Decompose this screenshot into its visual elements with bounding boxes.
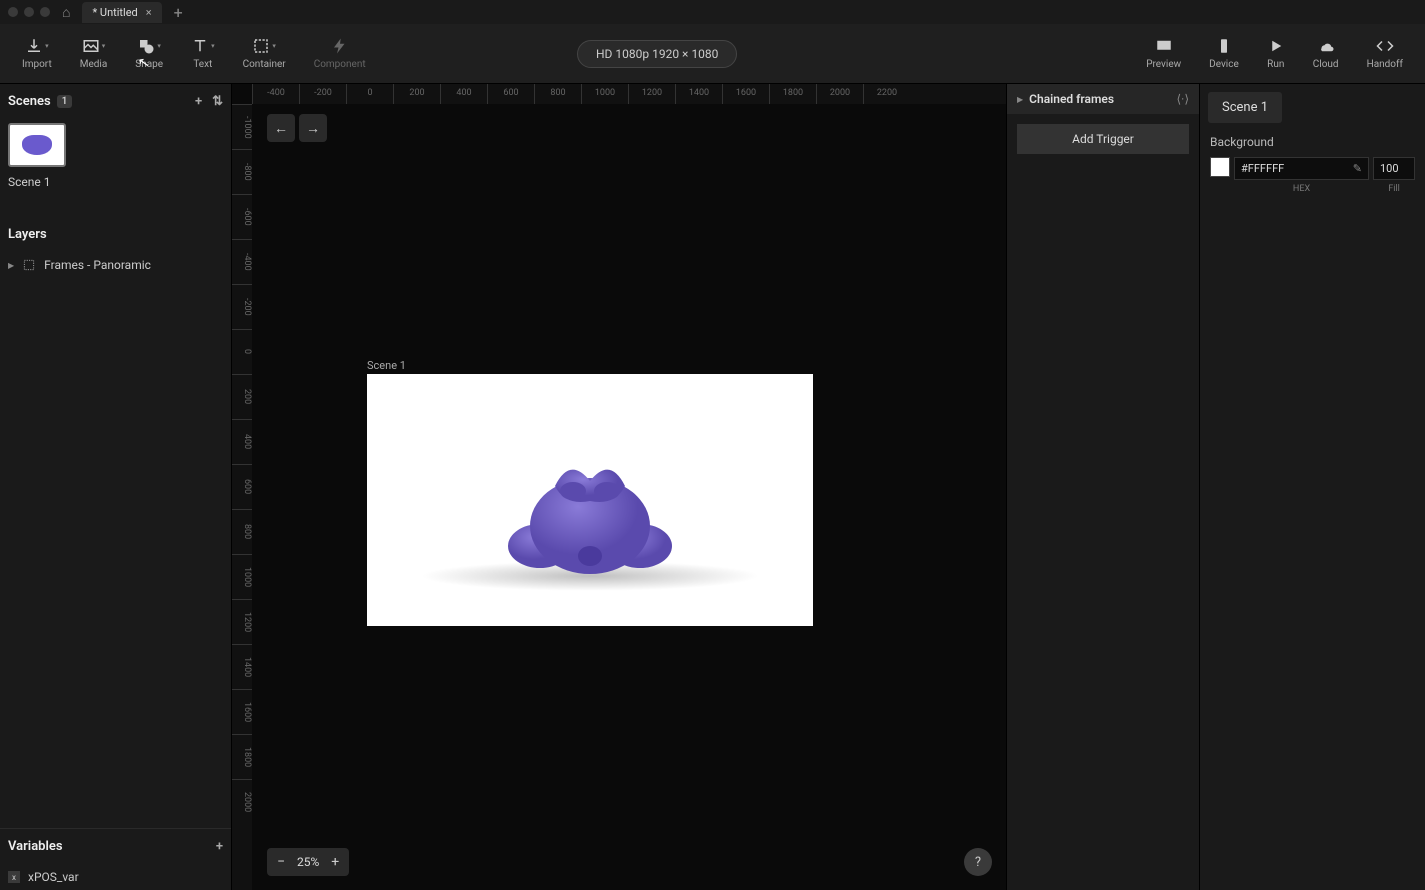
layers-header: Layers [0,217,231,252]
resolution-pill[interactable]: HD 1080p 1920 × 1080 [577,40,737,68]
help-button[interactable]: ? [964,848,992,876]
fill-input[interactable] [1373,157,1415,180]
scene-frame[interactable] [367,374,813,626]
canvas[interactable]: -400-20002004006008001000120014001600180… [232,84,1006,890]
zoom-out-button[interactable]: − [277,854,285,870]
add-variable-icon[interactable]: + [216,839,223,854]
zoom-in-button[interactable]: + [331,854,339,870]
cloud-button[interactable]: Cloud [1299,37,1353,70]
shape-button[interactable]: ▾ Shape [121,37,177,70]
component-button[interactable]: Component [300,37,380,70]
frames-panel: ▶ Chained frames ⟨·⟩ Add Trigger [1006,84,1200,890]
blob-model [485,436,695,596]
titlebar: ⌂ * Untitled × + [0,0,1425,24]
expand-icon[interactable]: ▶ [8,261,14,270]
scene-tab[interactable]: Scene 1 [1208,92,1282,123]
zoom-value: 25% [297,855,319,869]
import-button[interactable]: ▾ Import [8,37,66,70]
frame-icon [22,258,36,272]
new-tab-button[interactable]: + [174,3,183,22]
variable-row[interactable]: x xPOS_var [0,864,231,890]
scene-thumbnail[interactable] [8,123,66,167]
expand-horizontal-icon[interactable]: ⟨·⟩ [1177,92,1190,106]
layer-label: Frames - Panoramic [44,258,151,272]
code-icon [1376,37,1394,55]
expand-icon[interactable]: ▶ [1017,95,1023,104]
media-button[interactable]: ▾ Media [66,37,122,70]
toolbar: ▾ Import ▾ Media ▾ Shape ▾ Text ▾ Contai… [0,24,1425,84]
tab-title: * Untitled [92,6,137,19]
shape-icon [137,37,155,55]
layer-row[interactable]: ▶ Frames - Panoramic [0,252,231,278]
fill-sublabel: Fill [1373,184,1415,194]
lightning-icon [331,37,349,55]
add-trigger-button[interactable]: Add Trigger [1017,124,1189,154]
hex-input[interactable]: #FFFFFF ✎ [1234,157,1369,180]
variable-icon: x [8,871,20,883]
canvas-scene-label[interactable]: Scene 1 [367,359,406,372]
variables-header: Variables + [0,829,231,864]
close-icon[interactable]: × [146,6,152,19]
image-icon [82,37,100,55]
scene-thumbnail-label: Scene 1 [0,171,231,193]
zoom-control[interactable]: − 25% + [267,848,349,876]
scenes-header: Scenes 1 + ⇅ [0,84,231,119]
scene-count-badge: 1 [57,95,73,108]
device-button[interactable]: Device [1195,37,1253,70]
container-icon [252,37,270,55]
home-icon[interactable]: ⌂ [62,4,70,21]
properties-panel: Scene 1 Background #FFFFFF ✎ HEX Fill [1200,84,1425,890]
eyedropper-icon[interactable]: ✎ [1353,162,1362,175]
color-swatch[interactable] [1210,157,1230,177]
cloud-icon [1317,37,1335,55]
nav-back-button[interactable]: ← [267,114,295,142]
hex-sublabel: HEX [1230,184,1373,194]
chained-frames-header[interactable]: ▶ Chained frames ⟨·⟩ [1007,84,1199,114]
nav-forward-button[interactable]: → [299,114,327,142]
monitor-icon [1155,37,1173,55]
text-icon [191,37,209,55]
preview-button[interactable]: Preview [1132,37,1195,70]
add-scene-icon[interactable]: + [195,94,202,109]
handoff-button[interactable]: Handoff [1353,37,1417,70]
phone-icon [1215,37,1233,55]
sort-scenes-icon[interactable]: ⇅ [212,94,223,109]
ruler-vertical: -1000-800-600-400-2000200400600800100012… [232,104,252,890]
run-button[interactable]: Run [1253,37,1299,70]
left-panel: Scenes 1 + ⇅ Scene 1 Layers ▶ Frames - P… [0,84,232,890]
download-icon [25,37,43,55]
document-tab[interactable]: * Untitled × [82,2,161,23]
container-button[interactable]: ▾ Container [229,37,300,70]
play-icon [1267,37,1285,55]
window-controls[interactable] [8,7,50,17]
text-button[interactable]: ▾ Text [177,37,229,70]
background-label: Background [1210,135,1415,149]
variable-name: xPOS_var [28,870,79,884]
ruler-horizontal: -400-20002004006008001000120014001600180… [252,84,1006,104]
